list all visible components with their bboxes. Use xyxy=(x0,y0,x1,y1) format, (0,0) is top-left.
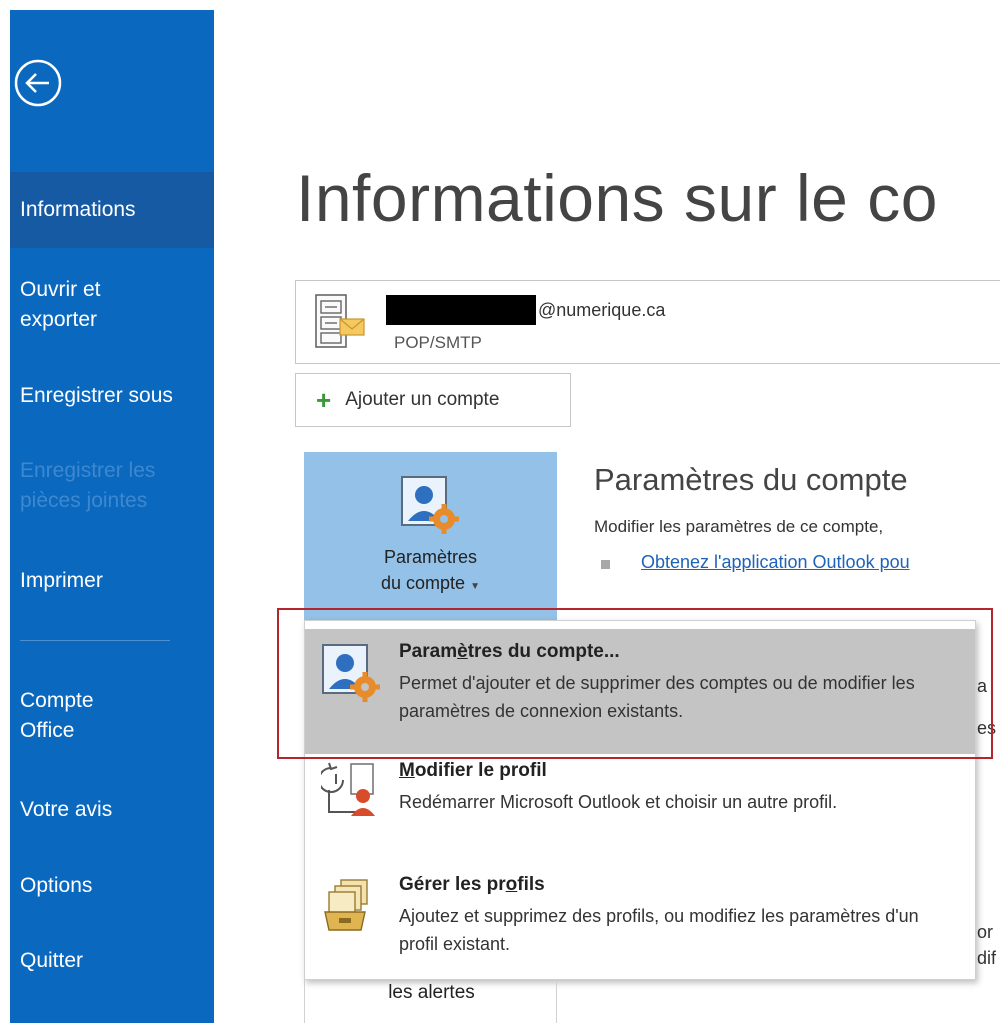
email-account-icon xyxy=(312,291,368,356)
account-settings-tile-label: Paramètres du compte ▼ xyxy=(381,547,480,593)
outlook-app-link[interactable]: Obtenez l'application Outlook pou xyxy=(641,552,910,573)
alerts-tile[interactable]: les alertes xyxy=(304,980,557,1023)
menu-item-modify-profile[interactable]: Modifier le profil Redémarrer Microsoft … xyxy=(305,754,975,854)
menu-item-title: Paramètres du compte... xyxy=(399,641,620,662)
account-settings-icon xyxy=(321,643,381,710)
menu-item-description: Permet d'ajouter et de supprimer des com… xyxy=(399,673,915,721)
menu-item-title: Gérer les profils xyxy=(399,874,545,895)
backstage-sidebar: Informations Ouvrir et exporter Enregist… xyxy=(10,10,214,1023)
menu-item-title: Modifier le profil xyxy=(399,760,547,781)
account-email: @numerique.ca xyxy=(386,295,665,325)
nav-enregistrer-pieces-jointes: Enregistrer les pièces jointes xyxy=(20,459,156,512)
redacted-username xyxy=(386,295,536,325)
dropdown-caret-icon: ▼ xyxy=(470,581,480,592)
menu-item-description: Redémarrer Microsoft Outlook et choisir … xyxy=(399,792,838,812)
nav-ouvrir-exporter[interactable]: Ouvrir et exporter xyxy=(10,275,150,335)
nav-compte-office[interactable]: Compte Office xyxy=(10,686,120,746)
nav-quitter[interactable]: Quitter xyxy=(10,946,214,976)
back-button[interactable] xyxy=(10,55,70,115)
nav-imprimer[interactable]: Imprimer xyxy=(10,566,214,596)
clipped-text: dif xyxy=(977,948,997,968)
account-settings-icon xyxy=(400,475,460,542)
menu-item-account-settings[interactable]: Paramètres du compte... Permet d'ajouter… xyxy=(305,629,975,754)
account-settings-dropdown: Paramètres du compte... Permet d'ajouter… xyxy=(304,620,976,980)
bullet-icon xyxy=(601,560,610,569)
manage-profiles-icon xyxy=(321,876,381,943)
back-arrow-icon xyxy=(14,59,62,107)
nav-informations[interactable]: Informations xyxy=(10,172,214,248)
section-heading: Paramètres du compte xyxy=(594,462,908,497)
clipped-text: or xyxy=(977,922,994,942)
sidebar-divider xyxy=(20,640,170,641)
modify-profile-icon xyxy=(318,760,381,827)
clipped-text: es xyxy=(977,718,997,738)
menu-item-description: Ajoutez et supprimez des profils, ou mod… xyxy=(399,906,919,954)
section-description: Modifier les paramètres de ce compte, xyxy=(594,517,884,536)
menu-item-manage-profiles[interactable]: Gérer les profils Ajoutez et supprimez d… xyxy=(305,866,975,976)
plus-icon: + xyxy=(316,385,332,415)
account-type: POP/SMTP xyxy=(394,333,482,352)
account-settings-tile[interactable]: Paramètres du compte ▼ xyxy=(304,452,557,620)
nav-options[interactable]: Options xyxy=(10,871,214,901)
nav-votre-avis[interactable]: Votre avis xyxy=(10,795,214,825)
account-selector[interactable]: @numerique.ca POP/SMTP xyxy=(295,280,1000,364)
nav-enregistrer-sous[interactable]: Enregistrer sous xyxy=(10,381,214,411)
page-title: Informations sur le co xyxy=(296,161,938,235)
clipped-text: a xyxy=(977,676,988,696)
add-account-button[interactable]: + Ajouter un compte xyxy=(295,373,571,427)
